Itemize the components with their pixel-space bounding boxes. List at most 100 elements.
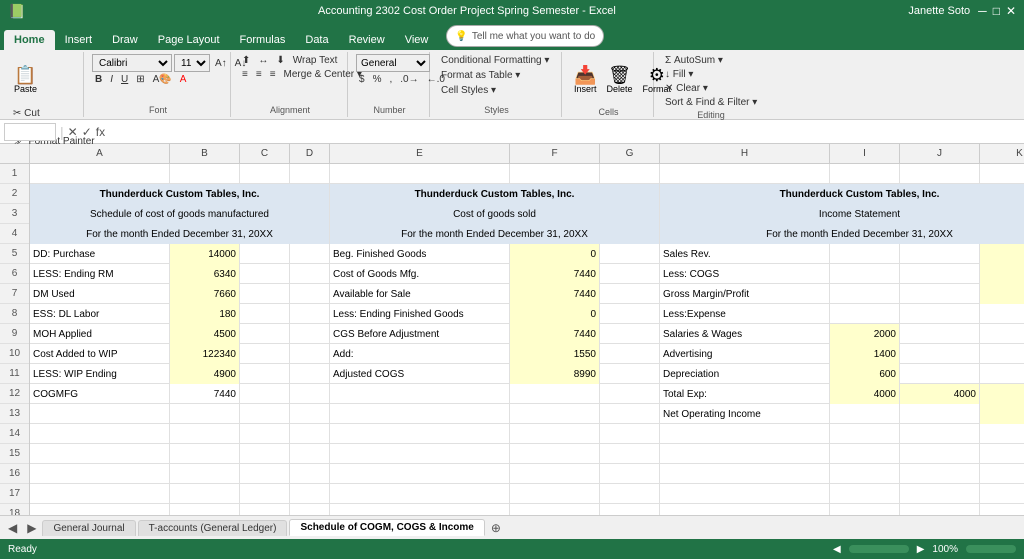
cell[interactable] xyxy=(290,304,330,324)
format-as-table-button[interactable]: Format as Table ▾ xyxy=(438,69,523,82)
cell[interactable]: 600 xyxy=(830,364,900,384)
cell[interactable]: 11330 xyxy=(980,284,1024,304)
cell[interactable] xyxy=(830,244,900,264)
cell[interactable]: 2000 xyxy=(830,324,900,344)
align-right-button[interactable]: ≡ xyxy=(267,68,279,81)
align-center-button[interactable]: ≡ xyxy=(253,68,265,81)
col-header-i[interactable]: I xyxy=(830,144,900,163)
cell[interactable] xyxy=(830,304,900,324)
status-scroll-right[interactable]: ▶ xyxy=(917,544,925,555)
cell[interactable] xyxy=(290,264,330,284)
cell[interactable]: Income Statement xyxy=(660,204,1024,224)
increase-decimal-button[interactable]: .0→ xyxy=(397,73,421,86)
sort-find-button[interactable]: Sort & Find & Filter ▾ xyxy=(662,96,760,109)
cell[interactable]: 7440 xyxy=(510,324,600,344)
cell[interactable] xyxy=(900,284,980,304)
cell[interactable]: Depreciation xyxy=(660,364,830,384)
cell[interactable] xyxy=(900,484,980,504)
autosum-button[interactable]: Σ AutoSum ▾ xyxy=(662,54,726,67)
formula-input[interactable] xyxy=(109,125,1020,139)
cell[interactable] xyxy=(660,464,830,484)
cell[interactable] xyxy=(290,464,330,484)
cell[interactable]: 1400 xyxy=(830,344,900,364)
sheet-tab-t-accounts[interactable]: T-accounts (General Ledger) xyxy=(138,520,288,536)
cell[interactable]: CGS Before Adjustment xyxy=(330,324,510,344)
cell[interactable] xyxy=(980,504,1024,515)
cell[interactable]: Less: Ending Finished Goods xyxy=(330,304,510,324)
fill-button[interactable]: ↓ Fill ▾ xyxy=(662,68,696,81)
increase-font-button[interactable]: A↑ xyxy=(212,57,230,70)
col-header-b[interactable]: B xyxy=(170,144,240,163)
cell[interactable] xyxy=(830,164,900,184)
cell[interactable]: Gross Margin/Profit xyxy=(660,284,830,304)
cell[interactable]: For the month Ended December 31, 20XX xyxy=(330,224,660,244)
cell[interactable] xyxy=(600,384,660,404)
cell[interactable] xyxy=(660,424,830,444)
cell[interactable]: Thunderduck Custom Tables, Inc. xyxy=(30,184,330,204)
cell[interactable] xyxy=(330,424,510,444)
cell[interactable] xyxy=(980,424,1024,444)
cell[interactable] xyxy=(240,244,290,264)
cell[interactable] xyxy=(170,464,240,484)
tab-review[interactable]: Review xyxy=(339,30,395,50)
cell[interactable] xyxy=(980,344,1024,364)
cell[interactable]: 7660 xyxy=(170,284,240,304)
cell[interactable] xyxy=(30,444,170,464)
status-scroll-left[interactable]: ◀ xyxy=(833,544,841,555)
tab-scroll-left[interactable]: ◀ xyxy=(4,521,21,535)
cell[interactable] xyxy=(290,244,330,264)
cell[interactable]: Available for Sale xyxy=(330,284,510,304)
tab-scroll-right[interactable]: ▶ xyxy=(23,521,40,535)
cell[interactable]: Add: xyxy=(330,344,510,364)
cell[interactable] xyxy=(600,344,660,364)
cell[interactable] xyxy=(660,444,830,464)
cell[interactable] xyxy=(980,364,1024,384)
cell[interactable] xyxy=(830,424,900,444)
cell[interactable] xyxy=(980,304,1024,324)
cell[interactable] xyxy=(830,464,900,484)
cell[interactable] xyxy=(290,344,330,364)
cell[interactable] xyxy=(830,484,900,504)
cell[interactable]: For the month Ended December 31, 20XX xyxy=(660,224,1024,244)
cell[interactable] xyxy=(600,324,660,344)
cut-button[interactable]: ✂ Cut xyxy=(10,107,43,120)
cell[interactable] xyxy=(830,284,900,304)
tab-formulas[interactable]: Formulas xyxy=(230,30,296,50)
cell[interactable] xyxy=(290,504,330,515)
cell[interactable] xyxy=(900,244,980,264)
cell[interactable]: 19000 xyxy=(980,244,1024,264)
cell[interactable] xyxy=(600,404,660,424)
cell[interactable] xyxy=(330,384,510,404)
col-header-a[interactable]: A xyxy=(30,144,170,163)
align-left-button[interactable]: ≡ xyxy=(239,68,251,81)
insert-button[interactable]: 📥 Insert xyxy=(570,54,601,106)
cell[interactable] xyxy=(830,404,900,424)
cell[interactable] xyxy=(510,464,600,484)
number-format-select[interactable]: General xyxy=(356,54,430,72)
cell[interactable] xyxy=(980,384,1024,404)
cell[interactable] xyxy=(900,464,980,484)
cell[interactable] xyxy=(900,424,980,444)
font-color-button[interactable]: A xyxy=(177,73,190,86)
cell[interactable]: 7670 xyxy=(980,264,1024,284)
cell[interactable] xyxy=(290,484,330,504)
align-middle-button[interactable]: ↔ xyxy=(255,54,271,67)
cell[interactable]: Less: COGS xyxy=(660,264,830,284)
tab-insert[interactable]: Insert xyxy=(55,30,103,50)
cell[interactable] xyxy=(240,344,290,364)
col-header-j[interactable]: J xyxy=(900,144,980,163)
cell[interactable] xyxy=(240,504,290,515)
cell[interactable] xyxy=(330,504,510,515)
cell[interactable]: DM Used xyxy=(30,284,170,304)
cell[interactable] xyxy=(240,304,290,324)
cell[interactable]: 1550 xyxy=(510,344,600,364)
cell[interactable] xyxy=(510,504,600,515)
cell[interactable] xyxy=(30,164,170,184)
cell[interactable] xyxy=(600,244,660,264)
cell[interactable] xyxy=(980,464,1024,484)
wrap-text-button[interactable]: Wrap Text xyxy=(290,54,341,67)
cell[interactable]: Advertising xyxy=(660,344,830,364)
cell[interactable] xyxy=(240,424,290,444)
cell[interactable] xyxy=(330,464,510,484)
cell[interactable]: MOH Applied xyxy=(30,324,170,344)
